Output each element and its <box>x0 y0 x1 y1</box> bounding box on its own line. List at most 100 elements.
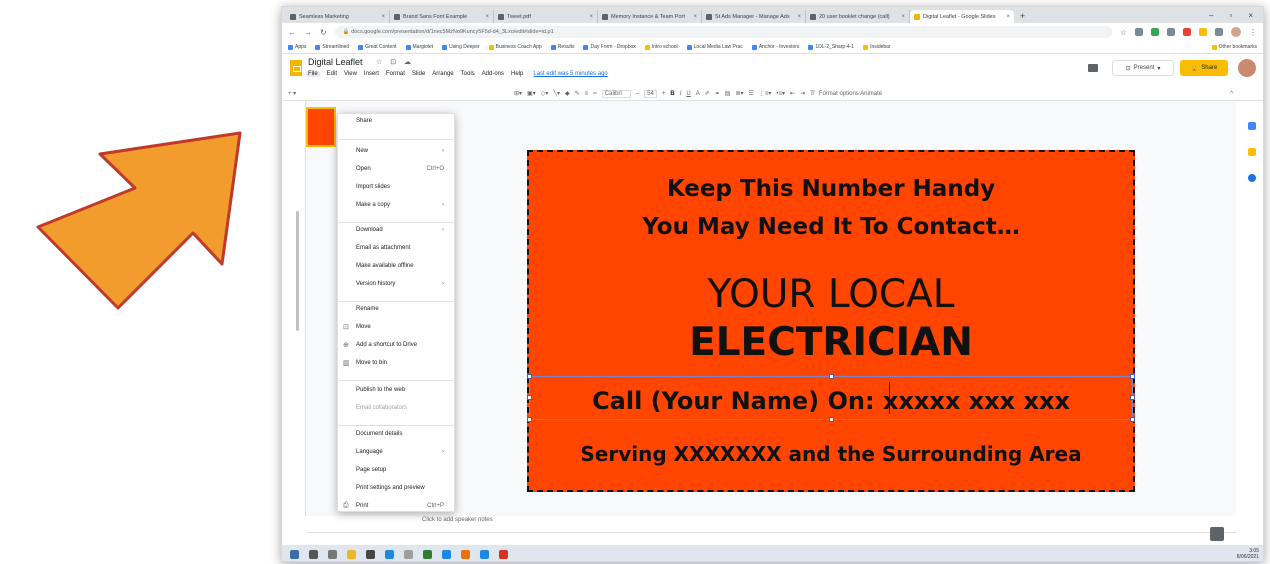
menu-file[interactable]: File <box>306 71 320 77</box>
increase-size-icon[interactable]: + <box>662 91 666 97</box>
text-color-icon[interactable]: A <box>696 91 700 97</box>
bookmark[interactable]: 1DL-2_Sharp-4-1 <box>808 44 854 50</box>
slide-line[interactable]: Serving XXXXXXX and the Surrounding Area <box>529 442 1133 466</box>
line-icon[interactable]: ╲▾ <box>553 90 560 97</box>
browser-tab[interactable]: Brand Sans Font Example × <box>390 10 494 23</box>
app-icon[interactable] <box>442 549 451 559</box>
resize-handle[interactable] <box>1130 374 1135 379</box>
close-icon[interactable]: × <box>381 14 385 20</box>
mail-icon[interactable] <box>385 549 394 559</box>
slide-line-phone[interactable]: Call (Your Name) On: xxxxx xxx xxx <box>529 387 1133 415</box>
keep-icon[interactable] <box>1248 148 1256 156</box>
more-menu-icon[interactable]: ⋮ <box>1249 28 1257 37</box>
menu-item-share[interactable]: Share <box>338 114 454 128</box>
chrome-icon[interactable] <box>423 549 432 559</box>
resize-handle[interactable] <box>829 374 834 379</box>
search-icon[interactable] <box>309 549 318 559</box>
back-icon[interactable]: ← <box>288 28 296 37</box>
windows-start-icon[interactable] <box>290 549 299 559</box>
menu-format[interactable]: Format <box>386 71 405 77</box>
toolbar-options[interactable]: Format options Animate <box>819 91 882 97</box>
collapse-toolbar-icon[interactable]: ^ <box>1230 91 1233 97</box>
align-icon[interactable]: ≣▾ <box>735 90 743 97</box>
comments-icon[interactable] <box>1088 64 1098 72</box>
tasks-icon[interactable] <box>1248 174 1256 182</box>
close-icon[interactable]: × <box>901 14 905 20</box>
italic-icon[interactable]: I <box>680 91 682 97</box>
menu-slide[interactable]: Slide <box>412 71 425 77</box>
highlight-icon[interactable]: ✐ <box>705 90 710 97</box>
bold-icon[interactable]: B <box>670 91 674 97</box>
clock[interactable]: 3:05 8/06/2021 <box>1237 548 1263 560</box>
image-icon[interactable]: ▣▾ <box>527 90 536 97</box>
bookmark[interactable]: Apps <box>288 44 306 50</box>
menu-insert[interactable]: Insert <box>364 71 379 77</box>
menu-item-email-as-attachment[interactable]: Email as attachment <box>338 241 454 255</box>
bookmark[interactable]: Streamlined <box>315 44 349 50</box>
other-bookmarks[interactable]: Other bookmarks <box>1211 44 1257 50</box>
forward-icon[interactable]: → <box>304 28 312 37</box>
close-icon[interactable]: × <box>589 14 593 20</box>
bookmark[interactable]: Great Content <box>358 44 397 50</box>
new-tab-button[interactable]: + <box>1014 11 1031 23</box>
clear-format-icon[interactable]: T̸ <box>810 91 814 97</box>
slide-line[interactable]: You May Need It To Contact… <box>529 214 1133 240</box>
browser-tab-active[interactable]: Digital Leaflet - Google Slides × <box>910 10 1014 23</box>
maximize-icon[interactable]: ▫ <box>1229 11 1232 20</box>
decrease-size-icon[interactable]: – <box>636 91 639 97</box>
chevron-down-icon[interactable]: ▾ <box>1157 65 1160 72</box>
resize-handle[interactable] <box>829 417 834 422</box>
outdent-icon[interactable]: ⇥ <box>800 90 805 97</box>
browser-tab[interactable]: Seamless Marketing × <box>286 10 390 23</box>
menu-item-language[interactable]: Language › <box>338 445 454 459</box>
menu-arrange[interactable]: Arrange <box>432 71 453 77</box>
close-icon[interactable]: × <box>485 14 489 20</box>
font-select[interactable]: Calibri <box>601 89 631 98</box>
app-icon[interactable] <box>499 549 508 559</box>
browser-tab[interactable]: St Ads Manager - Manage Ads × <box>702 10 806 23</box>
menu-item-version-history[interactable]: Version history › <box>338 277 454 291</box>
menu-item-add-a-shortcut-to-drive[interactable]: ⊕ Add a shortcut to Drive <box>338 338 454 352</box>
menu-addons[interactable]: Add-ons <box>482 71 504 77</box>
menu-item-make-a-copy[interactable]: Make a copy › <box>338 198 454 212</box>
border-weight-icon[interactable]: ≡ <box>585 91 589 97</box>
menu-item-publish-to-the-web[interactable]: Publish to the web <box>338 383 454 397</box>
explore-button[interactable] <box>1210 527 1224 541</box>
bookmark[interactable]: Insidebar <box>863 44 891 50</box>
close-window-icon[interactable]: × <box>1248 11 1253 20</box>
extension-icon[interactable] <box>1135 28 1143 36</box>
share-button[interactable]: 🔒 Share <box>1180 60 1228 76</box>
document-title[interactable]: Digital Leaflet <box>308 57 363 67</box>
bookmark[interactable]: Using Deeper <box>442 44 480 50</box>
last-edit-link[interactable]: Last edit was 5 minutes ago <box>533 71 607 77</box>
menu-item-print-settings-and-preview[interactable]: Print settings and preview <box>338 481 454 495</box>
scrollbar[interactable] <box>296 211 299 331</box>
menu-item-move[interactable]: ⊡ Move <box>338 320 454 334</box>
file-explorer-icon[interactable] <box>347 549 356 559</box>
menu-item-open[interactable]: Open Ctrl+O <box>338 162 454 176</box>
bookmark[interactable]: Intro school <box>644 44 678 50</box>
resize-handle[interactable] <box>527 374 532 379</box>
slide-line[interactable]: ELECTRICIAN <box>529 320 1133 365</box>
slide-line[interactable]: YOUR LOCAL <box>529 272 1133 317</box>
calendar-icon[interactable] <box>1248 122 1256 130</box>
extension-icon[interactable] <box>1215 28 1223 36</box>
slide[interactable]: Keep This Number Handy You May Need It T… <box>527 150 1135 492</box>
line-spacing-icon[interactable]: ☰ <box>749 90 754 97</box>
numbered-list-icon[interactable]: ⋮≡▾ <box>759 90 772 97</box>
present-button[interactable]: ⊡ Present ▾ <box>1112 60 1174 76</box>
app-icon[interactable] <box>480 549 489 559</box>
shape-icon[interactable]: ◇▾ <box>541 90 549 97</box>
bookmark[interactable]: Business Coach App <box>488 44 542 50</box>
menu-item-import-slides[interactable]: Import slides <box>338 180 454 194</box>
slides-logo-icon[interactable] <box>290 60 302 76</box>
speaker-notes[interactable]: Click to add speaker notes <box>422 517 493 523</box>
app-icon[interactable] <box>461 549 470 559</box>
bookmark[interactable]: Margiolet <box>405 44 433 50</box>
menu-item-make-available-offline[interactable]: Make available offline <box>338 259 454 273</box>
menu-item-print[interactable]: ⎙ Print Ctrl+P <box>338 499 454 513</box>
close-icon[interactable]: × <box>797 14 801 20</box>
bookmark-star-icon[interactable]: ☆ <box>1120 28 1127 37</box>
avatar[interactable] <box>1231 27 1241 37</box>
store-icon[interactable] <box>366 549 375 559</box>
